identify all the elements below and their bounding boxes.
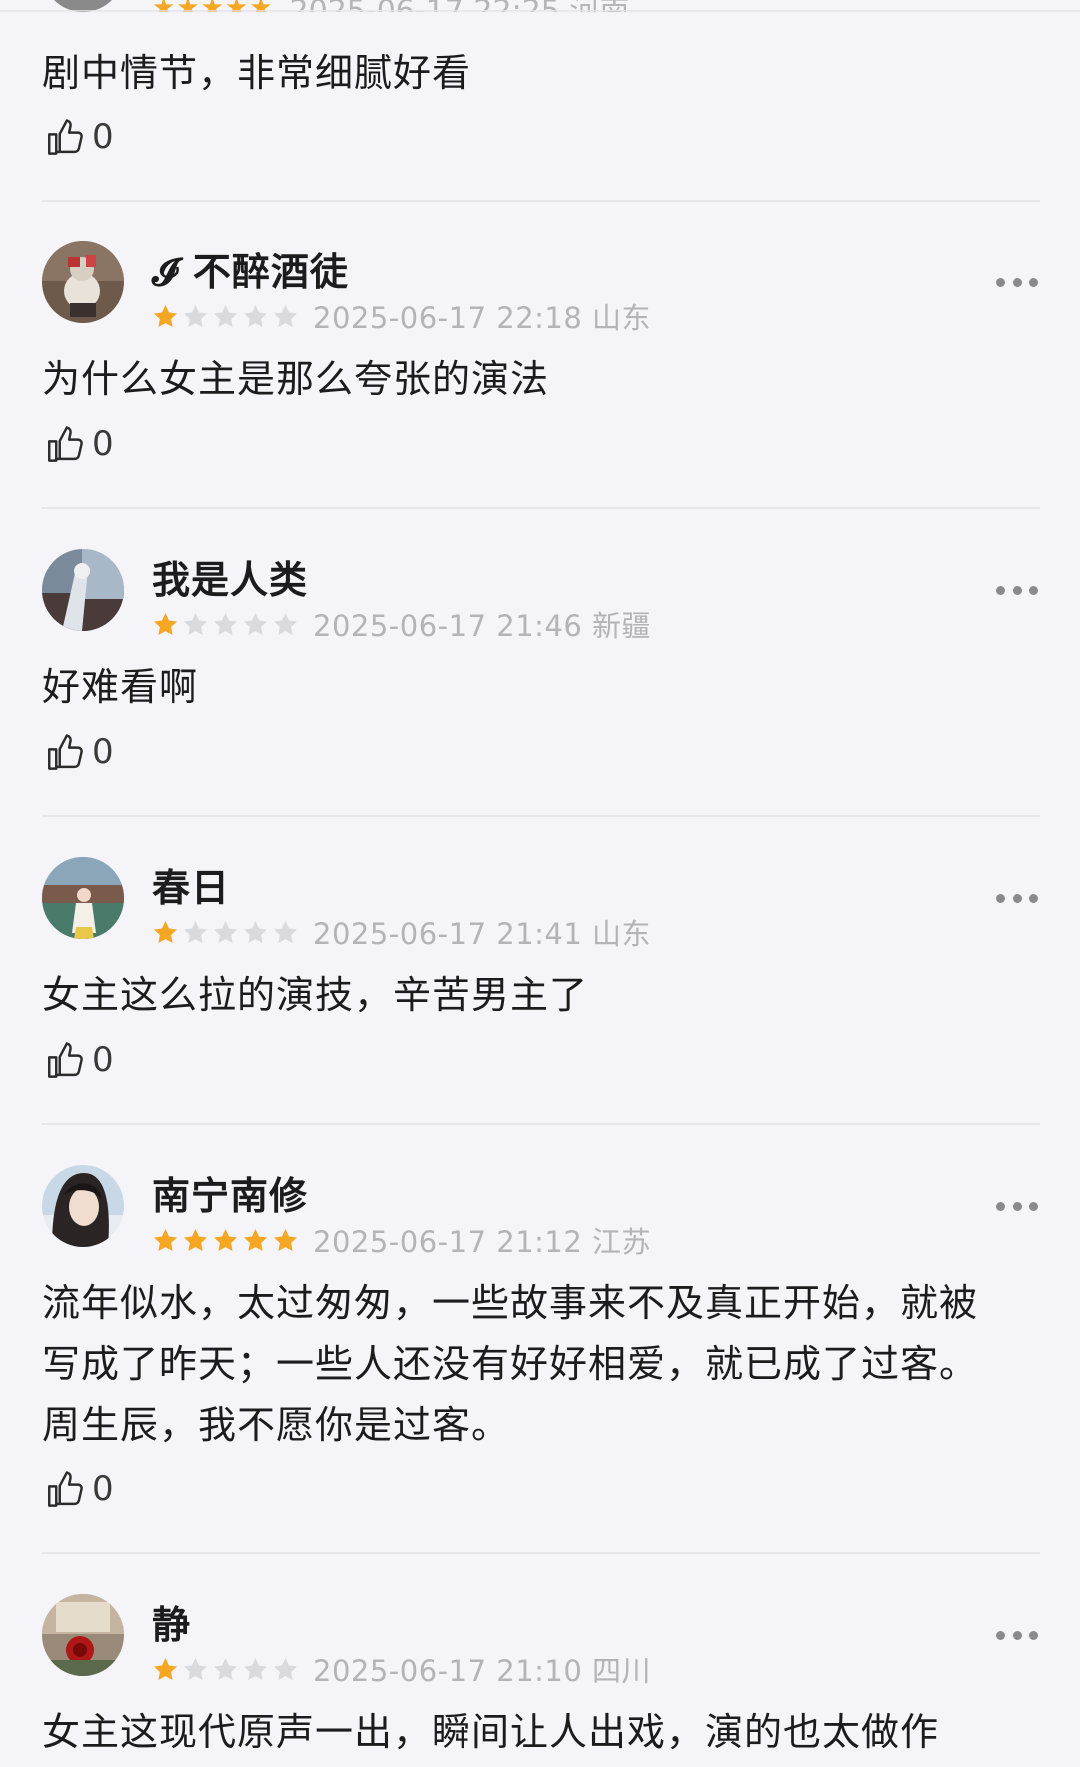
divider	[42, 815, 1040, 817]
star-filled-icon	[152, 1227, 179, 1254]
star-empty-icon	[182, 303, 209, 330]
more-options-icon[interactable]	[996, 892, 1038, 904]
rating-stars	[152, 1227, 299, 1254]
rating-stars	[152, 919, 299, 946]
review-content: 剧中情节，非常细腻好看	[42, 51, 472, 95]
like-button[interactable]: 0	[44, 423, 114, 465]
more-options-icon[interactable]	[996, 276, 1038, 288]
star-empty-icon	[212, 611, 239, 638]
thumbs-up-icon	[44, 1468, 86, 1510]
divider	[42, 1123, 1040, 1125]
rating-stars	[152, 611, 299, 638]
star-filled-icon	[152, 919, 179, 946]
star-filled-icon	[152, 1656, 179, 1683]
star-empty-icon	[182, 919, 209, 946]
review-meta: 2025-06-17 21:12 江苏	[152, 1219, 651, 1261]
comments-page: ★★★★★ 2025-06-17 22:25 河南 剧中情节，非常细腻好看 0 …	[0, 0, 1080, 1767]
review-date-location: 2025-06-17 21:10 四川	[313, 1654, 652, 1688]
review-content: 为什么女主是那么夸张的演法	[42, 357, 550, 401]
rating-stars	[152, 303, 299, 330]
divider	[42, 507, 1040, 509]
thumbs-up-icon	[44, 1039, 86, 1081]
star-empty-icon	[242, 1656, 269, 1683]
rating-stars	[152, 1656, 299, 1683]
more-options-icon[interactable]	[996, 1200, 1038, 1212]
review-content-line: 周生辰，我不愿你是过客。	[42, 1403, 511, 1447]
thumbs-up-icon	[44, 731, 86, 773]
star-empty-icon	[242, 611, 269, 638]
star-empty-icon	[212, 303, 239, 330]
review-date-location: 2025-06-17 22:18 山东	[313, 301, 652, 335]
star-filled-icon	[182, 1227, 209, 1254]
like-count: 0	[92, 1469, 114, 1509]
review-content: 女主这么拉的演技，辛苦男主了	[42, 973, 589, 1017]
star-empty-icon	[242, 303, 269, 330]
username[interactable]: 春日	[152, 857, 230, 912]
like-button[interactable]: 0	[44, 1468, 114, 1510]
review-meta: 2025-06-17 22:18 山东	[152, 295, 651, 337]
star-filled-icon	[152, 303, 179, 330]
username[interactable]: 静	[152, 1594, 191, 1649]
avatar[interactable]	[42, 1594, 124, 1676]
like-count: 0	[92, 732, 114, 772]
review-content: 好难看啊	[42, 665, 199, 709]
avatar[interactable]	[42, 549, 124, 631]
star-filled-icon	[152, 611, 179, 638]
thumbs-up-icon	[44, 116, 86, 158]
star-empty-icon	[272, 611, 299, 638]
review-date-location: 2025-06-17 21:12 江苏	[313, 1225, 652, 1259]
star-filled-icon	[242, 1227, 269, 1254]
star-empty-icon	[182, 1656, 209, 1683]
review-meta: 2025-06-17 21:10 四川	[152, 1648, 651, 1690]
divider	[42, 200, 1040, 202]
star-empty-icon	[182, 611, 209, 638]
like-count: 0	[92, 424, 114, 464]
like-count: 0	[92, 117, 114, 157]
username[interactable]: 𝓘 不醉酒徒	[152, 241, 349, 296]
review-date-location: 2025-06-17 21:46 新疆	[313, 609, 652, 643]
star-filled-icon	[212, 1227, 239, 1254]
like-button[interactable]: 0	[44, 116, 114, 158]
review-content-line: 写成了昨天；一些人还没有好好相爱，就已成了过客。	[42, 1342, 979, 1386]
avatar[interactable]	[42, 1165, 124, 1247]
username[interactable]: 南宁南修	[152, 1165, 308, 1220]
star-empty-icon	[272, 1656, 299, 1683]
more-options-icon[interactable]	[996, 1629, 1038, 1641]
star-empty-icon	[212, 1656, 239, 1683]
star-filled-icon	[272, 1227, 299, 1254]
username[interactable]: 我是人类	[152, 549, 308, 604]
star-empty-icon	[272, 303, 299, 330]
like-count: 0	[92, 1040, 114, 1080]
review-meta: 2025-06-17 21:46 新疆	[152, 603, 651, 645]
divider	[42, 1552, 1040, 1554]
review-meta: 2025-06-17 21:41 山东	[152, 911, 651, 953]
like-button[interactable]: 0	[44, 731, 114, 773]
star-empty-icon	[212, 919, 239, 946]
like-button[interactable]: 0	[44, 1039, 114, 1081]
review-content-line: 流年似水，太过匆匆，一些故事来不及真正开始，就被	[42, 1281, 979, 1325]
avatar[interactable]	[42, 241, 124, 323]
review-content: 女主这现代原声一出，瞬间让人出戏，演的也太做作	[42, 1710, 940, 1754]
avatar[interactable]	[42, 857, 124, 939]
more-options-icon[interactable]	[996, 584, 1038, 596]
thumbs-up-icon	[44, 423, 86, 465]
review-date-location: 2025-06-17 21:41 山东	[313, 917, 652, 951]
header-shadow	[0, 10, 1080, 13]
star-empty-icon	[242, 919, 269, 946]
star-empty-icon	[272, 919, 299, 946]
